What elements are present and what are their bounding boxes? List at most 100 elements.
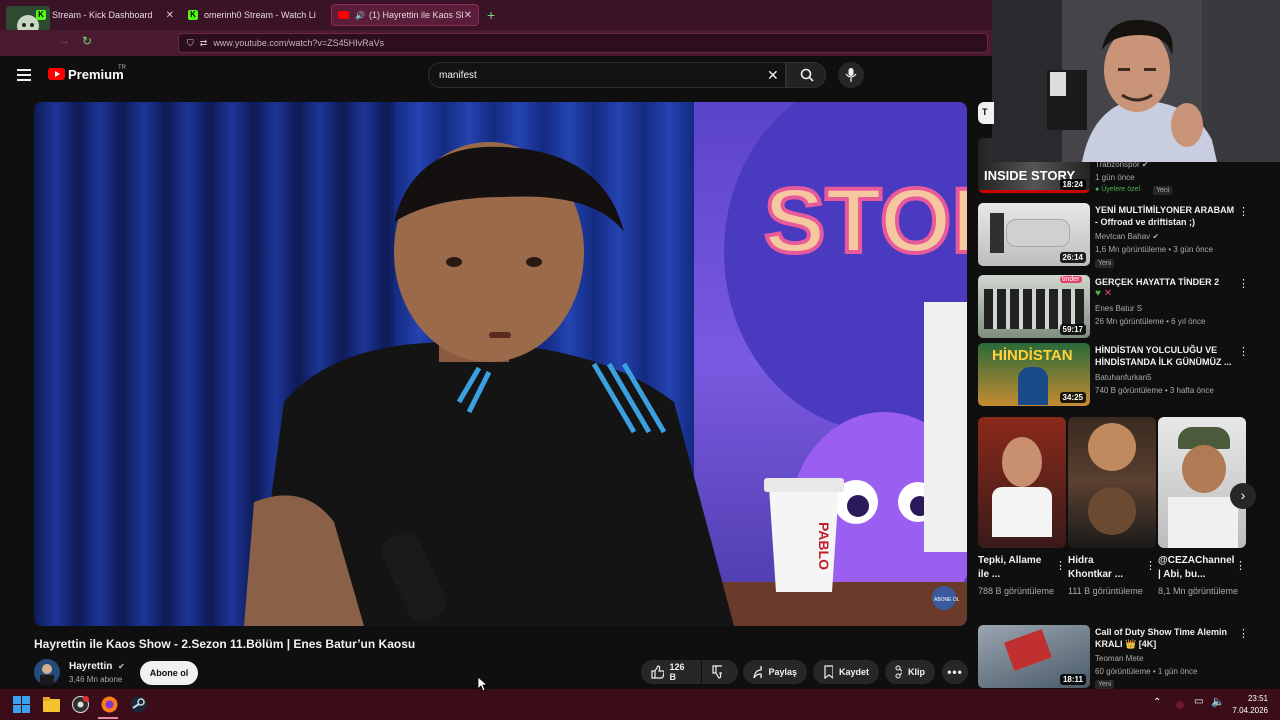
new-badge: Yeni (1095, 259, 1115, 268)
windows-start-icon[interactable] (13, 696, 30, 713)
chevron-up-icon[interactable]: ⌃ (1153, 697, 1161, 708)
more-options-icon[interactable]: ⋮ (1238, 345, 1249, 358)
video-thumbnail[interactable]: 26:14 (978, 203, 1090, 266)
share-button[interactable]: Paylaş (743, 660, 807, 684)
close-icon[interactable]: ✕ (464, 10, 472, 21)
steam-icon[interactable] (130, 696, 147, 713)
like-button[interactable]: 126 B (641, 660, 701, 684)
thumbs-down-icon (712, 665, 722, 679)
region-label: TR (118, 65, 126, 71)
short-item[interactable]: Hidra Khontkar ... 111 B görüntüleme ⋮ (1068, 417, 1156, 598)
menu-icon[interactable] (17, 69, 31, 84)
permissions-icon: ⇄ (199, 37, 208, 48)
more-options-icon[interactable]: ⋮ (1145, 559, 1156, 572)
channel-name-text: Mevtcan Bahav (1095, 232, 1151, 241)
brand-label[interactable]: Premium (68, 67, 124, 82)
network-icon[interactable]: ▭ (1194, 696, 1203, 707)
search-input[interactable]: manifest ✕ (428, 62, 786, 88)
heart-icon: ♥ ✕ (1095, 288, 1113, 299)
more-actions-button[interactable]: ••• (942, 660, 968, 684)
video-duration: 18:24 (1059, 179, 1086, 190)
webcam-feed (992, 0, 1280, 162)
more-options-icon[interactable]: ⋮ (1238, 277, 1249, 290)
url-text: www.youtube.com/watch?v=ZS45HIvRaVs (213, 38, 385, 48)
new-tab-icon[interactable]: + (487, 7, 495, 23)
sidebar-chip[interactable]: T (978, 102, 994, 124)
channel-name[interactable]: Hayrettin ✔ (69, 661, 125, 672)
obs-icon[interactable] (72, 696, 89, 713)
forward-icon[interactable]: → (59, 35, 70, 47)
url-bar[interactable]: ⛉ ⇄ www.youtube.com/watch?v=ZS45HIvRaVs (178, 33, 988, 53)
video-title: Hayrettin ile Kaos Show - 2.Sezon 11.Böl… (34, 637, 416, 651)
video-duration: 59:17 (1059, 324, 1086, 335)
short-item[interactable]: @CEZAChannel | Abi, bu... 8,1 Mn görüntü… (1158, 417, 1246, 598)
mouse-cursor-icon (478, 677, 488, 691)
more-options-icon[interactable]: ⋮ (1238, 205, 1249, 218)
subscriber-count: 3,46 Mn abone (69, 675, 123, 684)
video-meta: 26 Mn görüntüleme • 6 yıl önce (1095, 317, 1206, 326)
reload-icon[interactable]: ↻ (82, 34, 92, 48)
tab-kick-dashboard[interactable]: K Stream - Kick Dashboard ✕ (30, 4, 180, 26)
tab-kick-stream[interactable]: K omerinh0 Stream - Watch Live o (182, 4, 332, 26)
more-options-icon[interactable]: ⋮ (1238, 627, 1249, 640)
new-badge: Yeni (1153, 186, 1173, 195)
short-title: Tepki, Allame ile ... (978, 555, 1042, 580)
members-badge-text: Üyelere özel (1101, 186, 1141, 193)
short-item[interactable]: Tepki, Allame ile ... 788 B görüntüleme … (978, 417, 1066, 598)
short-title: @CEZAChannel | Abi, bu... (1158, 555, 1235, 580)
clock-date[interactable]: 7.04.2026 (1220, 706, 1268, 715)
video-duration: 18:11 (1059, 674, 1086, 685)
channel-name[interactable]: Mevtcan Bahav ✔ (1095, 232, 1159, 241)
watermark-text: ABONE OL (934, 597, 960, 603)
chevron-right-icon[interactable]: › (1230, 483, 1256, 509)
voice-search-button[interactable] (838, 62, 864, 88)
video-thumbnail[interactable]: HİNDİSTAN 34:25 (978, 343, 1090, 406)
short-title: Hidra Khontkar ... (1068, 555, 1124, 580)
tab-title: omerinh0 Stream - Watch Live o (204, 10, 316, 20)
shield-icon: ⛉ (187, 37, 194, 48)
mic-icon (845, 68, 857, 82)
short-thumbnail[interactable] (1158, 417, 1246, 548)
short-views: 111 B görüntüleme (1068, 586, 1143, 596)
video-title: Call of Duty Show Time Alemin KRALI 👑 [4… (1095, 627, 1228, 649)
close-icon[interactable]: ✕ (166, 10, 174, 21)
channel-name[interactable]: Batuhanfurkan5 (1095, 373, 1152, 382)
speaker-icon[interactable]: 🔊 (355, 11, 365, 20)
short-thumbnail[interactable] (1068, 417, 1156, 548)
more-options-icon[interactable]: ⋮ (1235, 559, 1246, 572)
firefox-icon[interactable] (101, 696, 118, 713)
clear-icon[interactable]: ✕ (767, 67, 779, 84)
short-thumbnail[interactable] (978, 417, 1066, 548)
short-views: 8,1 Mn görüntüleme (1158, 586, 1239, 596)
search-button[interactable] (786, 62, 826, 88)
clip-button[interactable]: Klip (885, 660, 935, 684)
overlay-text: STOR (764, 170, 967, 272)
webcam-overlay (992, 0, 1280, 162)
dislike-button[interactable] (702, 660, 738, 684)
recommendation-item[interactable]: 26:14 YENİ MULTİMİLYONER ARABAM - Offroa… (978, 203, 1268, 269)
save-label: Kaydet (838, 667, 869, 677)
subscribe-button[interactable]: Abone ol (140, 661, 198, 685)
video-player[interactable]: STOR PABLO ABONE OL (34, 102, 967, 626)
save-button[interactable]: Kaydet (813, 660, 879, 684)
kick-icon: K (188, 10, 198, 20)
clock-time[interactable]: 23:51 (1236, 694, 1268, 703)
channel-avatar[interactable] (34, 659, 60, 685)
recommendation-item[interactable]: tinder 59:17 GERÇEK HAYATTA TİNDER 2 ♥ ✕… (978, 275, 1268, 341)
video-meta: 60 görüntüleme • 1 gün önce (1095, 667, 1198, 676)
recommendation-item[interactable]: 18:11 Call of Duty Show Time Alemin KRAL… (978, 625, 1268, 689)
video-thumbnail[interactable]: 18:11 (978, 625, 1090, 688)
search-icon (800, 68, 814, 82)
file-explorer-icon[interactable] (43, 696, 60, 713)
channel-name[interactable]: Enes Batur S (1095, 304, 1142, 313)
channel-name[interactable]: Teoman Mete (1095, 654, 1143, 663)
verified-icon: ✔ (118, 662, 125, 671)
more-options-icon[interactable]: ⋮ (1055, 559, 1066, 572)
kick-icon: K (36, 10, 46, 20)
tab-youtube[interactable]: 🔊 (1) Hayrettin ile Kaos Show ✕ (331, 4, 479, 26)
youtube-logo-icon[interactable] (48, 68, 65, 80)
thumb-text: HİNDİSTAN (992, 347, 1073, 364)
video-thumbnail[interactable]: tinder 59:17 (978, 275, 1090, 338)
video-title: YENİ MULTİMİLYONER ARABAM - Offroad ve d… (1095, 205, 1235, 227)
recommendation-item[interactable]: HİNDİSTAN 34:25 HİNDİSTAN YOLCULUĞU VE H… (978, 343, 1268, 409)
